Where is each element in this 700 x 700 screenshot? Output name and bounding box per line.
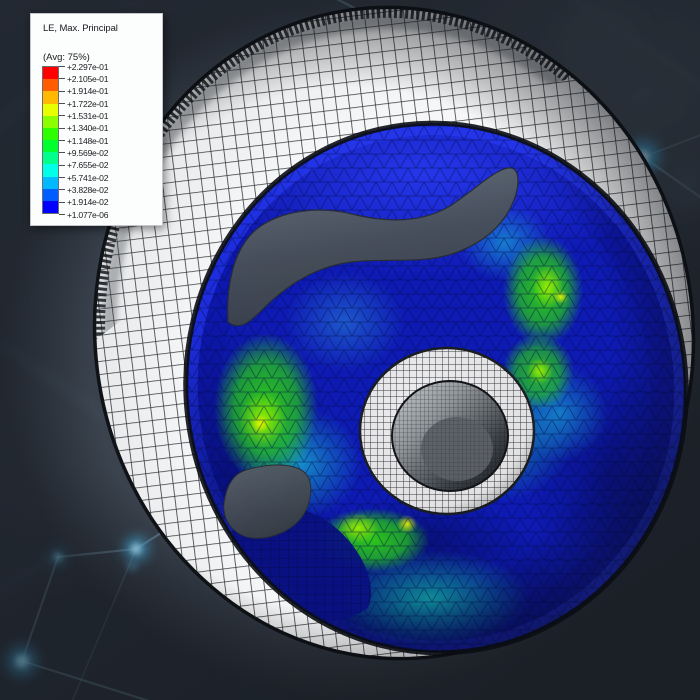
legend-tick-mark (59, 128, 65, 129)
legend-color-band (43, 67, 58, 79)
fea-visualization-screenshot: LE, Max. Principal (Avg: 75%) +2.297e-01… (0, 0, 700, 700)
legend-color-band (43, 79, 58, 91)
legend-tick-mark (59, 152, 65, 153)
legend-tick-mark (59, 189, 65, 190)
legend-tick-label: +3.828e-02 (67, 185, 108, 195)
legend-tick-mark (59, 140, 65, 141)
legend-tick-label: +1.914e-02 (67, 197, 108, 207)
legend-color-band (43, 189, 58, 201)
legend-color-band (43, 104, 58, 116)
legend-tick-label: +7.655e-02 (67, 160, 108, 170)
legend-title: LE, Max. Principal (43, 23, 118, 34)
legend-tick-label: +1.914e-01 (67, 86, 108, 96)
legend-tick-mark (59, 66, 65, 67)
legend-tick-label: +9.569e-02 (67, 148, 108, 158)
legend-tick-mark (59, 78, 65, 79)
contour-legend: LE, Max. Principal (Avg: 75%) +2.297e-01… (30, 13, 163, 226)
legend-color-band (43, 91, 58, 103)
legend-tick-label: +1.531e-01 (67, 111, 108, 121)
legend-subtitle: (Avg: 75%) (43, 52, 90, 63)
legend-tick-mark (59, 214, 65, 215)
legend-tick-label: +1.077e-06 (67, 210, 108, 220)
legend-color-band (43, 152, 58, 164)
legend-color-band (43, 140, 58, 152)
legend-tick-label: +1.148e-01 (67, 136, 108, 146)
legend-tick-label: +2.297e-01 (67, 62, 108, 72)
legend-color-band (43, 116, 58, 128)
legend-colorbar (42, 66, 59, 214)
legend-tick-mark (59, 177, 65, 178)
legend-color-band (43, 201, 58, 213)
legend-tick-label: +1.722e-01 (67, 99, 108, 109)
legend-tick-mark (59, 115, 65, 116)
legend-tick-label: +2.105e-01 (67, 74, 108, 84)
legend-tick-label: +5.741e-02 (67, 173, 108, 183)
legend-tick-mark (59, 91, 65, 92)
legend-color-band (43, 164, 58, 176)
legend-tick-mark (59, 103, 65, 104)
legend-tick-mark (59, 165, 65, 166)
legend-tick-mark (59, 202, 65, 203)
legend-tick-label: +1.340e-01 (67, 123, 108, 133)
legend-color-band (43, 128, 58, 140)
legend-color-band (43, 177, 58, 189)
